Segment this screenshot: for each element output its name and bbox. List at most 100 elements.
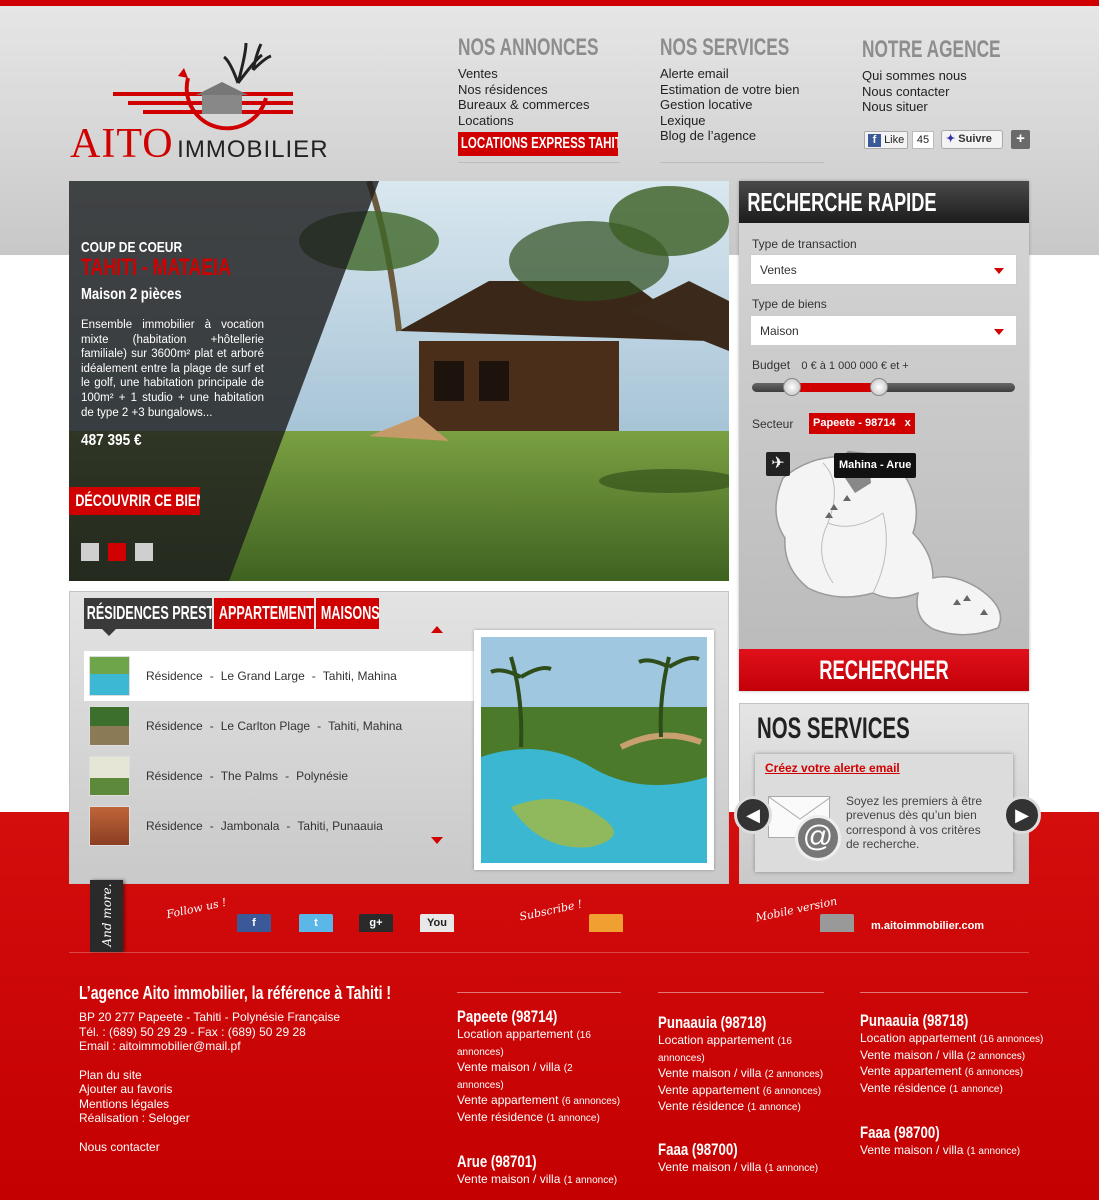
footer-row[interactable]: Vente appartement (6 annonces) — [457, 1093, 621, 1110]
footer-row[interactable]: Vente résidence (1 annonce) — [860, 1081, 1028, 1098]
footer-address-1: BP 20 277 Papeete - Tahiti - Polynésie F… — [79, 1010, 341, 1024]
residence-photo — [474, 630, 714, 870]
footer-link-realisation[interactable]: Réalisation : Seloger — [79, 1111, 439, 1126]
follow-label: Suivre — [958, 133, 992, 145]
nav-link-residences[interactable]: Nos résidences — [458, 82, 620, 98]
footer-row[interactable]: Location appartement (16 annonces) — [457, 1027, 621, 1060]
locations-express-button[interactable]: LOCATIONS EXPRESS TAHITI — [458, 132, 618, 157]
footer-row[interactable]: Vente maison / villa (1 annonce) — [457, 1172, 621, 1189]
nav-link-gestion[interactable]: Gestion locative — [660, 97, 824, 113]
footer-row[interactable]: Vente maison / villa (2 annonces) — [457, 1060, 621, 1093]
footer-row[interactable]: Vente résidence (1 annonce) — [658, 1099, 824, 1116]
transaction-select[interactable]: Ventes — [750, 254, 1017, 285]
and-more-tab: And more. — [90, 880, 123, 952]
hero-price: 487 395 € — [81, 432, 142, 450]
list-item[interactable]: Résidence - Jambonala - Tahiti, Punaauia — [84, 801, 474, 851]
biens-label: Type de biens — [752, 297, 827, 311]
list-item[interactable]: Résidence - Le Grand Large - Tahiti, Mahin… — [84, 651, 474, 701]
residence-thumb — [89, 756, 130, 796]
secteur-tag[interactable]: Papeete - 98714 x — [809, 413, 915, 434]
residence-kind: Résidence — [146, 819, 203, 833]
alert-email-link[interactable]: Créez votre alerte email — [765, 761, 900, 775]
slide-dot-2[interactable] — [108, 543, 126, 561]
mobile-url-link[interactable]: m.aitoimmobilier.com — [871, 920, 984, 932]
residence-thumb — [89, 656, 130, 696]
budget-slider-range — [792, 383, 880, 392]
share-plus-button[interactable]: + — [1011, 130, 1030, 149]
nav-link-ventes[interactable]: Ventes — [458, 66, 620, 82]
footer-link-favoris[interactable]: Ajouter au favoris — [79, 1082, 439, 1097]
tab-residences-prestige[interactable]: RÉSIDENCES PRESTIGE — [84, 598, 212, 629]
slide-dot-1[interactable] — [81, 543, 99, 561]
nav-link-bureaux[interactable]: Bureaux & commerces — [458, 97, 620, 113]
twitter-icon[interactable]: t — [299, 914, 333, 932]
footer-row[interactable]: Vente appartement (6 annonces) — [658, 1083, 824, 1100]
footer-city[interactable]: Punaauia (98718) — [658, 1013, 787, 1033]
footer-link-contact[interactable]: Nous contacter — [79, 1140, 439, 1155]
residence-kind: Résidence — [146, 769, 203, 783]
footer-row[interactable]: Vente maison / villa (1 annonce) — [658, 1160, 824, 1177]
footer-agency: L’agence Aito immobilier, la référence à… — [79, 983, 439, 1154]
budget-handle-max[interactable] — [870, 378, 888, 396]
search-title: RECHERCHE RAPIDE — [747, 187, 937, 217]
prev-arrow-button[interactable]: ◀ — [734, 796, 772, 834]
footer-city[interactable]: Faaa (98700) — [658, 1140, 787, 1160]
budget-slider[interactable] — [752, 378, 1015, 396]
nav-services: NOS SERVICES Alerte email Estimation de … — [660, 34, 824, 163]
logo-immobilier: IMMOBILIER — [177, 136, 329, 163]
footer-row[interactable]: Vente appartement (6 annonces) — [860, 1064, 1028, 1081]
footer-row[interactable]: Vente maison / villa (2 annonces) — [658, 1066, 824, 1083]
footer-row[interactable]: Location appartement (16 annonces) — [658, 1033, 824, 1066]
footer-row[interactable]: Vente résidence (1 annonce) — [457, 1110, 621, 1127]
facebook-like-button[interactable]: f Like — [864, 131, 908, 149]
youtube-icon[interactable]: You — [420, 914, 454, 932]
secteur-tag-label: Papeete - 98714 — [813, 417, 896, 429]
mobile-icon[interactable] — [820, 914, 854, 932]
rss-icon[interactable] — [589, 914, 623, 932]
nav-link-alerte[interactable]: Alerte email — [660, 66, 824, 82]
biens-select[interactable]: Maison — [750, 315, 1017, 346]
transaction-value: Ventes — [760, 263, 797, 277]
nav-link-estimation[interactable]: Estimation de votre bien — [660, 82, 824, 98]
slide-dot-3[interactable] — [135, 543, 153, 561]
search-header: RECHERCHE RAPIDE — [739, 181, 1029, 223]
tab-appartements[interactable]: APPARTEMENTS — [214, 598, 314, 629]
footer-city[interactable]: Papeete (98714) — [457, 1007, 585, 1027]
google-plus-icon[interactable]: g+ — [359, 914, 393, 932]
footer-row[interactable]: Vente maison / villa (1 annonce) — [860, 1143, 1028, 1160]
follow-us-label: Follow us ! — [165, 895, 228, 922]
footer-city[interactable]: Punaauia (98718) — [860, 1011, 991, 1031]
list-item[interactable]: Résidence - Le Carlton Plage - Tahiti, Mah… — [84, 701, 474, 751]
budget-label: Budget — [752, 358, 791, 372]
next-arrow-button[interactable]: ▶ — [1003, 796, 1041, 834]
scroll-down-icon[interactable] — [431, 837, 443, 844]
services-card: Créez votre alerte email @ Soyez les pre… — [755, 754, 1013, 872]
footer-row[interactable]: Location appartement (16 annonces) — [860, 1031, 1043, 1048]
nav-link-contact[interactable]: Nous contacter — [862, 84, 1032, 100]
nav-link-lexique[interactable]: Lexique — [660, 113, 824, 129]
nav-annonces-title: NOS ANNONCES — [458, 34, 599, 61]
twitter-follow-button[interactable]: ✦ Suivre — [941, 130, 1003, 149]
plus-icon: + — [1016, 130, 1025, 147]
footer-link-mentions[interactable]: Mentions légales — [79, 1097, 439, 1112]
footer-city[interactable]: Faaa (98700) — [860, 1123, 991, 1143]
secteur-remove-icon[interactable]: x — [905, 417, 911, 429]
scroll-up-icon[interactable] — [431, 626, 443, 633]
nav-link-situer[interactable]: Nous situer — [862, 99, 1032, 115]
like-count: 45 — [912, 131, 934, 149]
nav-link-locations[interactable]: Locations — [458, 113, 620, 129]
footer-link-plan[interactable]: Plan du site — [79, 1068, 439, 1083]
logo[interactable]: AITO IMMOBILIER — [68, 38, 388, 167]
footer-city[interactable]: Arue (98701) — [457, 1152, 585, 1172]
facebook-icon[interactable]: f — [237, 914, 271, 932]
discover-button[interactable]: DÉCOUVRIR CE BIEN — [69, 487, 200, 515]
footer-row[interactable]: Vente maison / villa (2 annonces) — [860, 1048, 1028, 1065]
nav-link-qui[interactable]: Qui sommes nous — [862, 68, 1032, 84]
search-button[interactable]: RECHERCHER — [739, 649, 1029, 691]
hero-location: TAHITI - MATAEIA — [81, 254, 231, 281]
nav-link-blog[interactable]: Blog de l’agence — [660, 128, 824, 144]
list-item[interactable]: Résidence - The Palms - Polynésie — [84, 751, 474, 801]
budget-value: 0 € à 1 000 000 € et + — [801, 360, 909, 372]
tab-maisons[interactable]: MAISONS — [316, 598, 379, 629]
budget-handle-min[interactable] — [783, 378, 801, 396]
